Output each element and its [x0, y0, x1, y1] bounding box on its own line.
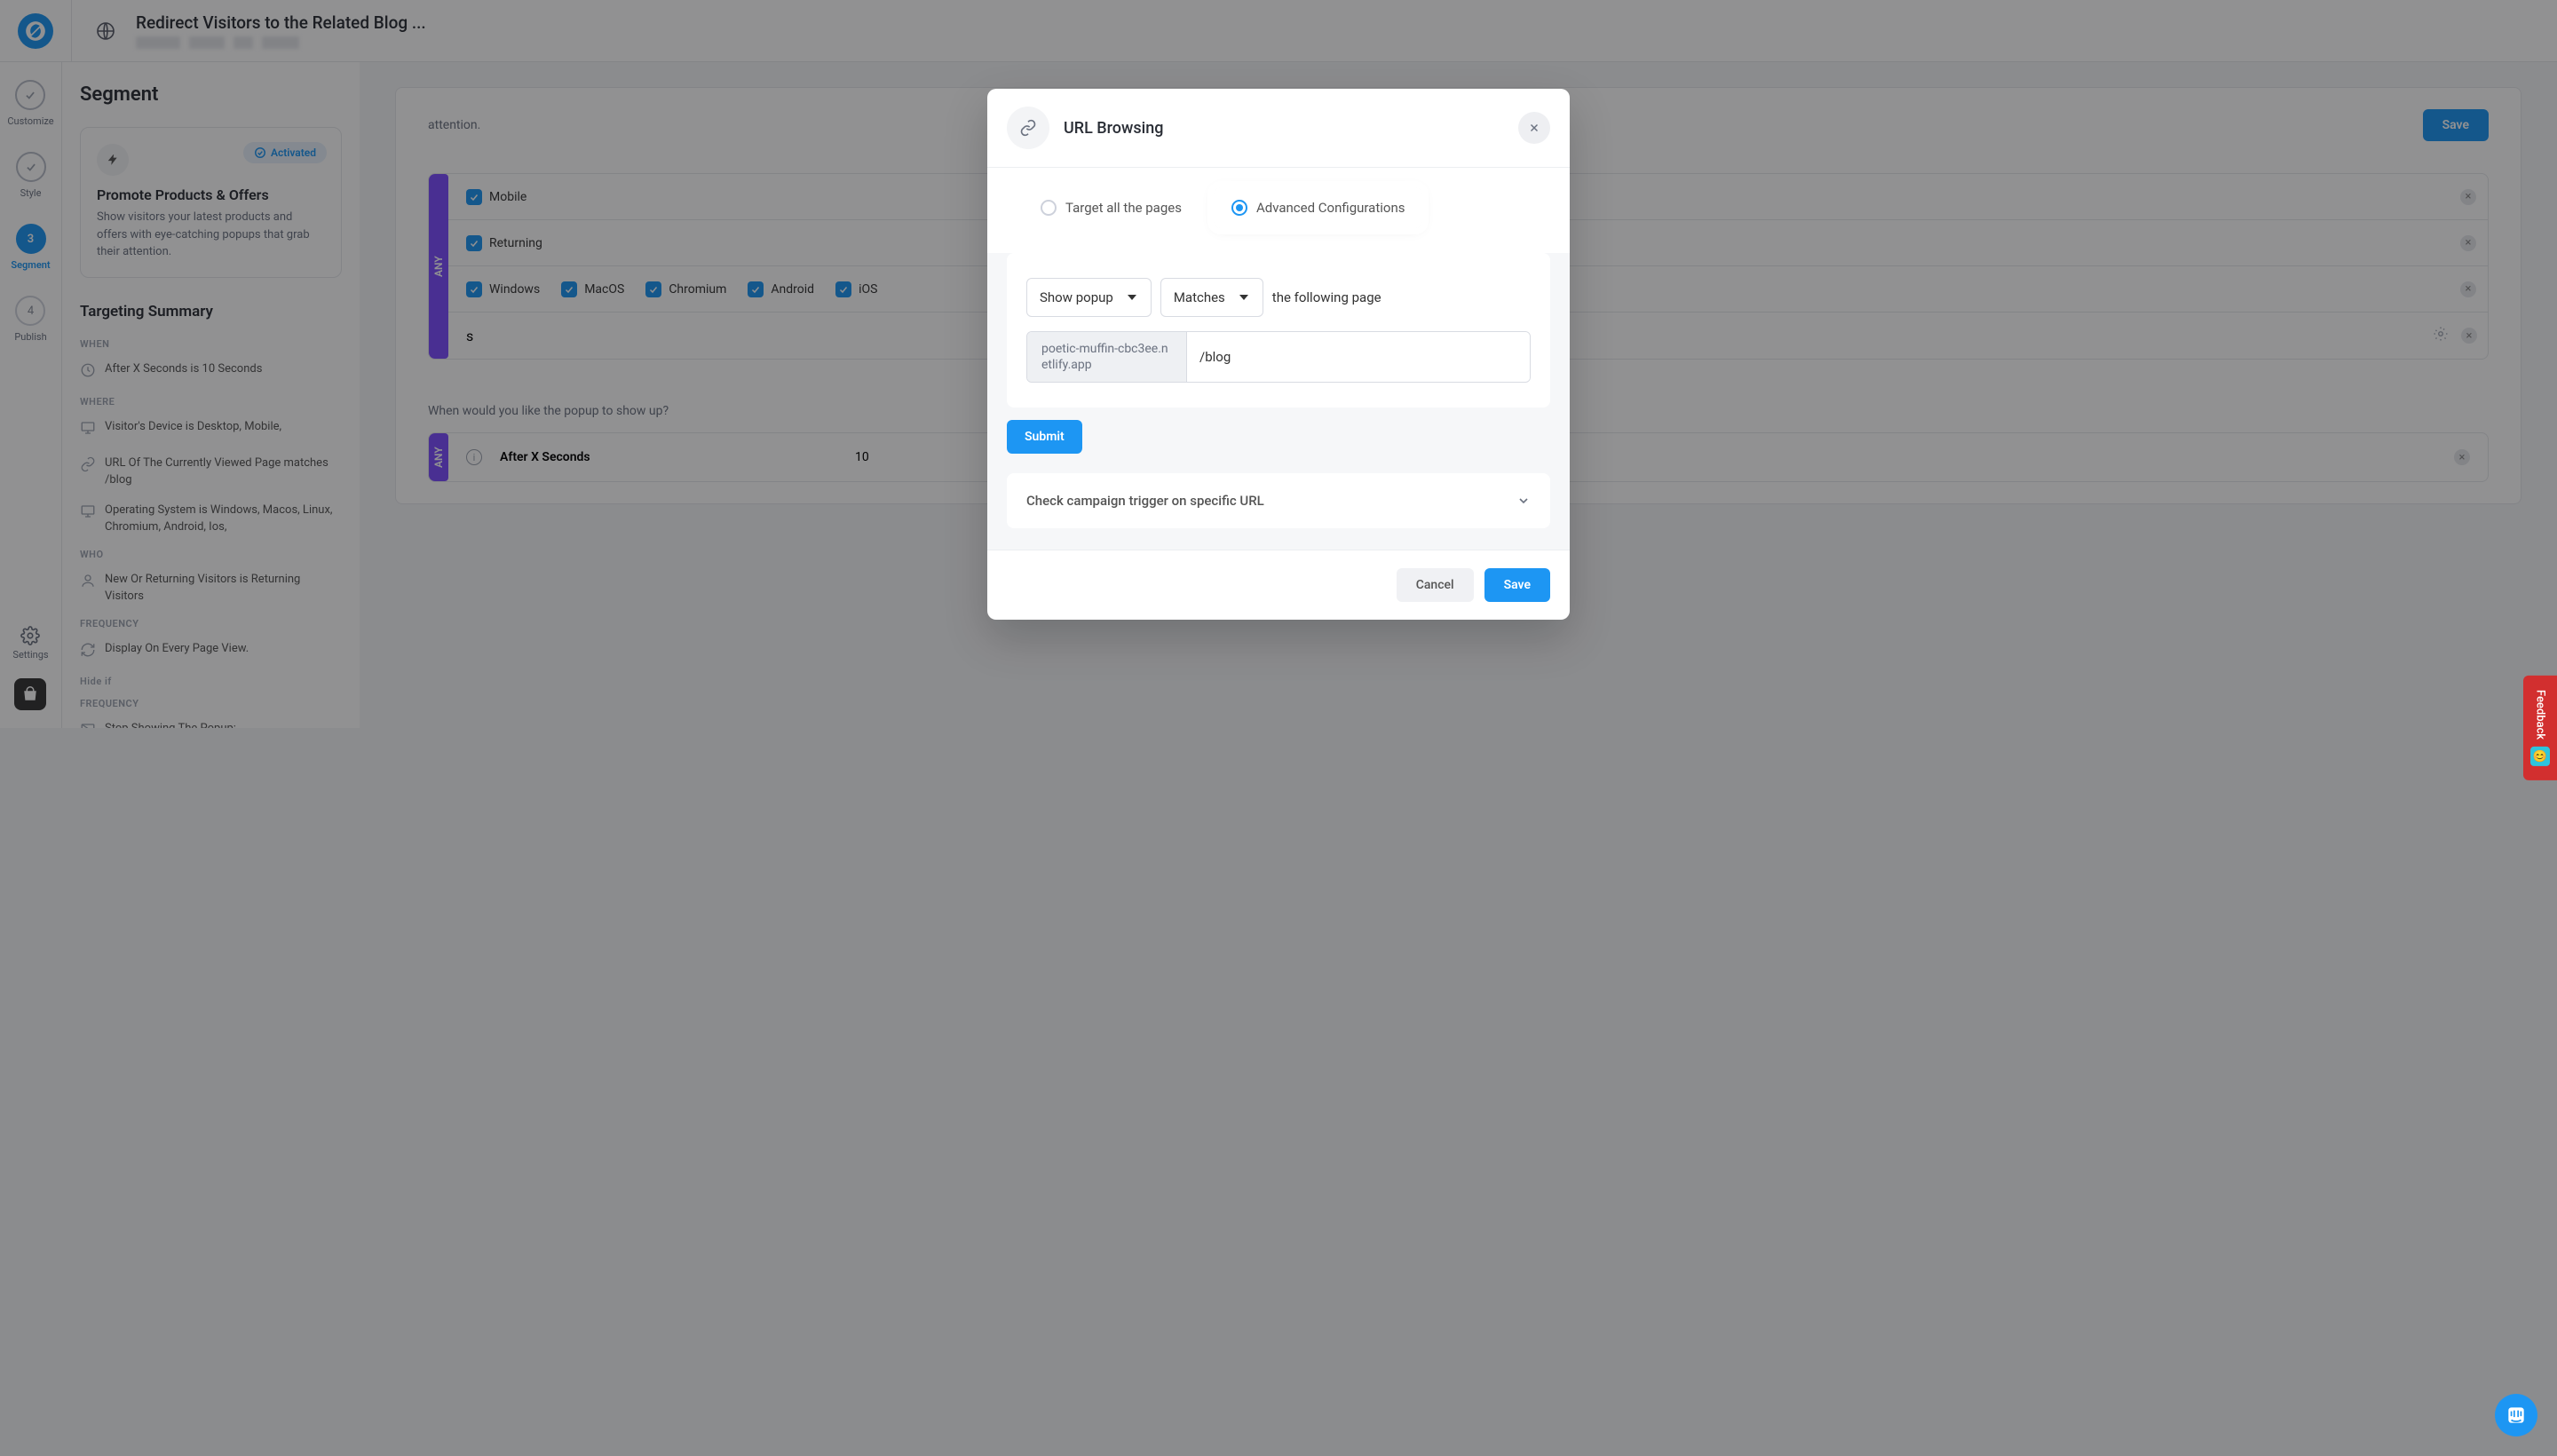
rule-card: Show popup Matches the following page po… — [1007, 253, 1550, 408]
radio-advanced[interactable]: Advanced Configurations — [1214, 187, 1423, 228]
url-path-input[interactable] — [1187, 332, 1530, 382]
submit-button[interactable]: Submit — [1007, 420, 1082, 454]
url-prefix: poetic-muffin-cbc3ee.netlify.app — [1027, 332, 1187, 382]
select-action[interactable]: Show popup — [1026, 278, 1152, 317]
url-input-row: poetic-muffin-cbc3ee.netlify.app — [1026, 331, 1531, 383]
radio-target-all[interactable]: Target all the pages — [1023, 187, 1199, 228]
feedback-tab[interactable]: Feedback 😊 — [2523, 676, 2557, 780]
close-icon — [1528, 122, 1540, 134]
trigger-check-toggle[interactable]: Check campaign trigger on specific URL — [1007, 473, 1550, 528]
select-matches[interactable]: Matches — [1160, 278, 1263, 317]
feedback-emoji-icon: 😊 — [2530, 747, 2550, 766]
modal-save-button[interactable]: Save — [1484, 568, 1550, 602]
following-text: the following page — [1272, 289, 1381, 305]
modal-title: URL Browsing — [1064, 119, 1163, 138]
close-button[interactable] — [1518, 112, 1550, 144]
config-body: Show popup Matches the following page po… — [987, 253, 1570, 550]
url-browsing-modal: URL Browsing Target all the pages Advanc… — [987, 89, 1570, 620]
intercom-button[interactable] — [2495, 1394, 2537, 1436]
modal-backdrop[interactable]: URL Browsing Target all the pages Advanc… — [0, 0, 2557, 1456]
intercom-icon — [2505, 1404, 2528, 1427]
cancel-button[interactable]: Cancel — [1397, 568, 1474, 602]
chevron-down-icon — [1516, 494, 1531, 508]
link-icon — [1007, 107, 1049, 149]
